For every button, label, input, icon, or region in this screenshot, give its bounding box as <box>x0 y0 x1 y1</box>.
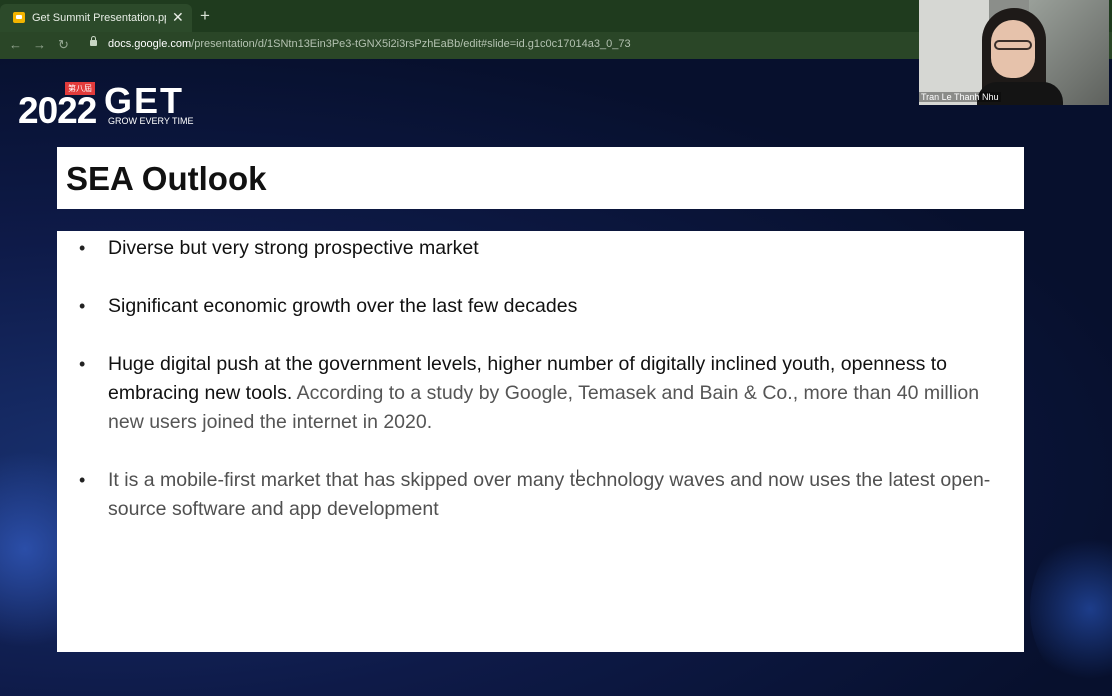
browser-tab[interactable]: Get Summit Presentation.pptx ✕ <box>0 4 192 32</box>
get-logo: 2022 第八屆 GET GROW EVERY TIME <box>18 80 194 131</box>
text-cursor-icon: I <box>576 467 580 481</box>
bullet-icon: • <box>79 238 86 258</box>
slide-content-box: • Diverse but very strong prospective ma… <box>57 231 1024 652</box>
decorative-glow <box>1030 529 1112 689</box>
forward-arrow-icon[interactable]: → <box>33 37 46 52</box>
bullet-text: Significant economic growth over the las… <box>108 295 578 317</box>
url-field[interactable]: docs.google.com/presentation/d/1SNtn13Ei… <box>108 38 631 50</box>
tab-title: Get Summit Presentation.pptx <box>32 12 166 24</box>
plus-icon[interactable]: + <box>200 6 210 26</box>
url-path: /presentation/d/1SNtn13Ein3Pe3-tGNX5i2i3… <box>191 38 631 50</box>
logo-year: 2022 <box>18 90 97 131</box>
bullet-text: Diverse but very strong prospective mark… <box>108 237 479 259</box>
bullet-text: Huge digital push at the government leve… <box>108 350 1018 437</box>
glasses-icon <box>994 40 1032 50</box>
participant-name: Tran Le Thanh Nhu <box>919 92 1001 102</box>
slides-favicon-icon <box>13 12 25 23</box>
webcam-background <box>919 0 989 105</box>
close-icon[interactable]: ✕ <box>172 9 184 26</box>
slide-title-box: SEA Outlook <box>57 147 1024 209</box>
webcam-video[interactable]: Tran Le Thanh Nhu <box>919 0 1109 105</box>
bullet-icon: • <box>79 354 86 374</box>
lock-icon[interactable] <box>90 36 97 46</box>
bullet-icon: • <box>79 470 86 490</box>
back-arrow-icon[interactable]: ← <box>9 37 22 52</box>
url-host: docs.google.com <box>108 38 192 50</box>
logo-tagline: GROW EVERY TIME <box>108 116 194 126</box>
bullet-text: It is a mobile-first market that has ski… <box>108 469 991 520</box>
bullet-icon: • <box>79 296 86 316</box>
logo-edition: 第八屆 <box>65 82 95 95</box>
slide-title: SEA Outlook <box>66 160 267 197</box>
reload-icon[interactable]: ↻ <box>58 37 69 53</box>
